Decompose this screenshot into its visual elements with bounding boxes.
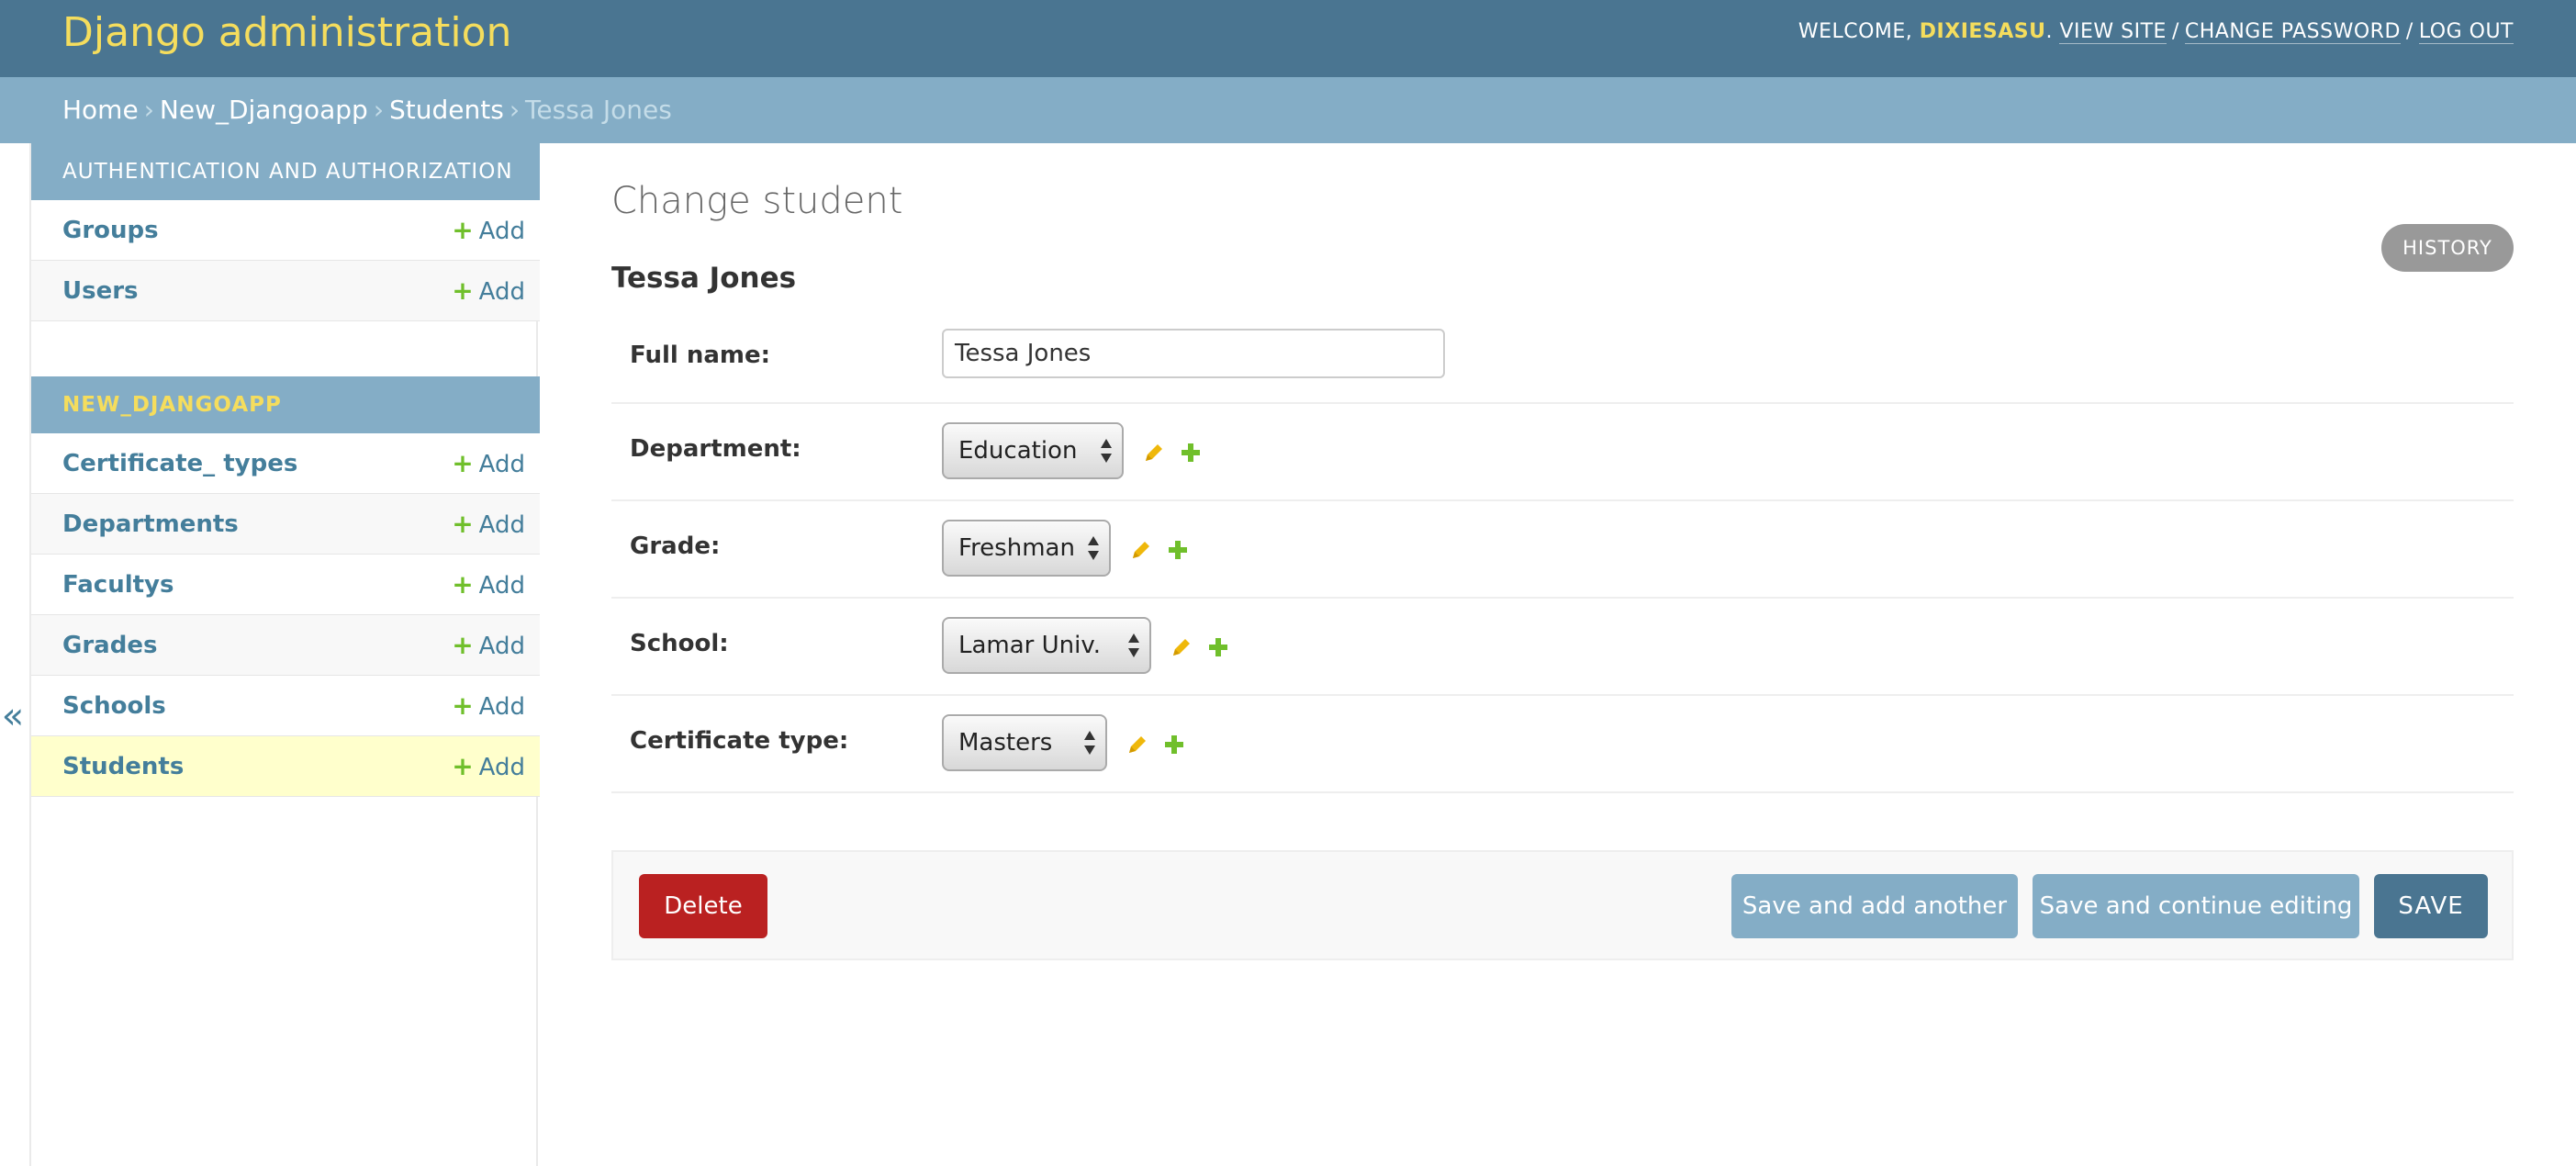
add-department-link[interactable]: + Add (452, 494, 525, 555)
welcome-text: WELCOME, (1798, 20, 1913, 43)
form-row-certificate-type: Certificate type: Masters (611, 696, 2514, 793)
school-select-value: Lamar Univ. (958, 632, 1101, 659)
breadcrumb-home[interactable]: Home (62, 95, 139, 125)
pencil-icon[interactable] (1142, 441, 1166, 465)
history-button[interactable]: HISTORY (2381, 224, 2514, 272)
form-row-grade: Grade: Freshman (611, 501, 2514, 599)
full-name-input[interactable]: Tessa Jones (942, 329, 1445, 378)
module-caption-auth[interactable]: AUTHENTICATION AND AUTHORIZATION (31, 143, 540, 200)
form-row-department: Department: Education (611, 404, 2514, 501)
add-label: Add (478, 451, 525, 478)
app-module-auth: AUTHENTICATION AND AUTHORIZATION Groups … (31, 143, 540, 321)
sidebar-item-facultys-link[interactable]: Facultys (62, 555, 174, 615)
add-student-link[interactable]: + Add (452, 736, 525, 798)
department-label: Department: (630, 435, 801, 463)
log-out-link[interactable]: LOG OUT (2418, 20, 2514, 44)
sidebar-item-facultys: Facultys + Add (31, 555, 540, 615)
add-label: Add (478, 278, 525, 306)
add-certificate-type-link[interactable]: + Add (452, 433, 525, 495)
sidebar-item-students: Students + Add (31, 736, 540, 797)
app-module-new-djangoapp: NEW_DJANGOAPP Certificate_ types + Add De… (31, 376, 540, 797)
view-site-link[interactable]: VIEW SITE (2059, 20, 2167, 44)
sidebar-item-students-link[interactable]: Students (62, 736, 184, 797)
add-label: Add (478, 633, 525, 660)
save-and-add-another-button[interactable]: Save and add another (1731, 874, 2018, 938)
certificate-type-label: Certificate type: (630, 727, 849, 755)
plus-icon: + (452, 630, 474, 660)
sidebar-item-groups: Groups + Add (31, 200, 540, 261)
select-arrows-icon (1128, 633, 1139, 657)
sidebar-item-grades: Grades + Add (31, 615, 540, 676)
sidebar-item-users-link[interactable]: Users (62, 261, 139, 321)
sidebar-item-departments-link[interactable]: Departments (62, 494, 239, 555)
sidebar-item-schools: Schools + Add (31, 676, 540, 736)
page-title: Change student (611, 180, 903, 222)
plus-icon: + (452, 275, 474, 306)
sidebar-item-certificate-types-link[interactable]: Certificate_ types (62, 433, 297, 494)
chevron-double-left-icon[interactable]: « (0, 696, 26, 736)
plus-icon: + (452, 215, 474, 245)
select-arrows-icon (1084, 731, 1095, 755)
breadcrumb: Home › New_Djangoapp › Students › Tessa Jones (0, 77, 2576, 143)
site-name[interactable]: Django administration (62, 6, 511, 61)
form-row-full-name: Full name: Tessa Jones (611, 318, 2514, 404)
add-school-link[interactable]: + Add (452, 676, 525, 737)
plus-icon: + (452, 690, 474, 721)
pencil-icon[interactable] (1170, 635, 1193, 659)
select-arrows-icon (1088, 536, 1099, 560)
object-title: Tessa Jones (611, 262, 797, 295)
add-label: Add (478, 218, 525, 245)
breadcrumb-model[interactable]: Students (389, 95, 504, 125)
department-select-value: Education (958, 437, 1078, 465)
sidebar: AUTHENTICATION AND AUTHORIZATION Groups … (29, 143, 540, 1166)
certificate-type-select-value: Masters (958, 729, 1053, 757)
plus-icon[interactable] (1208, 637, 1228, 657)
select-arrows-icon (1101, 439, 1112, 463)
pencil-icon[interactable] (1129, 538, 1153, 562)
add-grade-link[interactable]: + Add (452, 615, 525, 677)
pencil-icon[interactable] (1126, 733, 1149, 757)
grade-select[interactable]: Freshman (942, 520, 1111, 577)
sidebar-item-departments: Departments + Add (31, 494, 540, 555)
school-label: School: (630, 630, 729, 657)
plus-icon[interactable] (1181, 443, 1201, 463)
sidebar-item-grades-link[interactable]: Grades (62, 615, 157, 676)
department-select[interactable]: Education (942, 422, 1124, 479)
add-label: Add (478, 693, 525, 721)
add-group-link[interactable]: + Add (452, 200, 525, 262)
sidebar-item-schools-link[interactable]: Schools (62, 676, 166, 736)
user-tools: WELCOME, DIXIESASU. VIEW SITE / CHANGE PAS… (1798, 20, 2514, 44)
form-row-school: School: Lamar Univ. (611, 599, 2514, 696)
change-password-link[interactable]: CHANGE PASSWORD (2184, 20, 2401, 44)
plus-icon: + (452, 509, 474, 539)
grade-select-value: Freshman (958, 534, 1075, 562)
save-and-continue-button[interactable]: Save and continue editing (2033, 874, 2359, 938)
plus-icon: + (452, 448, 474, 478)
username: DIXIESASU (1919, 20, 2046, 43)
sidebar-item-certificate-types: Certificate_ types + Add (31, 433, 540, 494)
plus-icon[interactable] (1164, 734, 1184, 755)
delete-button[interactable]: Delete (639, 874, 767, 938)
breadcrumb-current: Tessa Jones (525, 95, 672, 125)
header: Django administration WELCOME, DIXIESASU… (0, 0, 2576, 77)
submit-row: Delete Save and add another Save and con… (611, 850, 2514, 960)
add-label: Add (478, 754, 525, 781)
sidebar-item-groups-link[interactable]: Groups (62, 200, 159, 261)
plus-icon[interactable] (1168, 540, 1188, 560)
grade-label: Grade: (630, 533, 721, 560)
school-select[interactable]: Lamar Univ. (942, 617, 1151, 674)
module-caption-new-djangoapp[interactable]: NEW_DJANGOAPP (31, 376, 540, 433)
breadcrumb-app[interactable]: New_Djangoapp (160, 95, 368, 125)
add-faculty-link[interactable]: + Add (452, 555, 525, 616)
certificate-type-select[interactable]: Masters (942, 714, 1107, 771)
sidebar-item-users: Users + Add (31, 261, 540, 321)
full-name-label: Full name: (630, 342, 771, 369)
add-label: Add (478, 572, 525, 600)
save-button[interactable]: SAVE (2374, 874, 2488, 938)
add-label: Add (478, 511, 525, 539)
plus-icon: + (452, 569, 474, 600)
add-user-link[interactable]: + Add (452, 261, 525, 322)
plus-icon: + (452, 751, 474, 781)
